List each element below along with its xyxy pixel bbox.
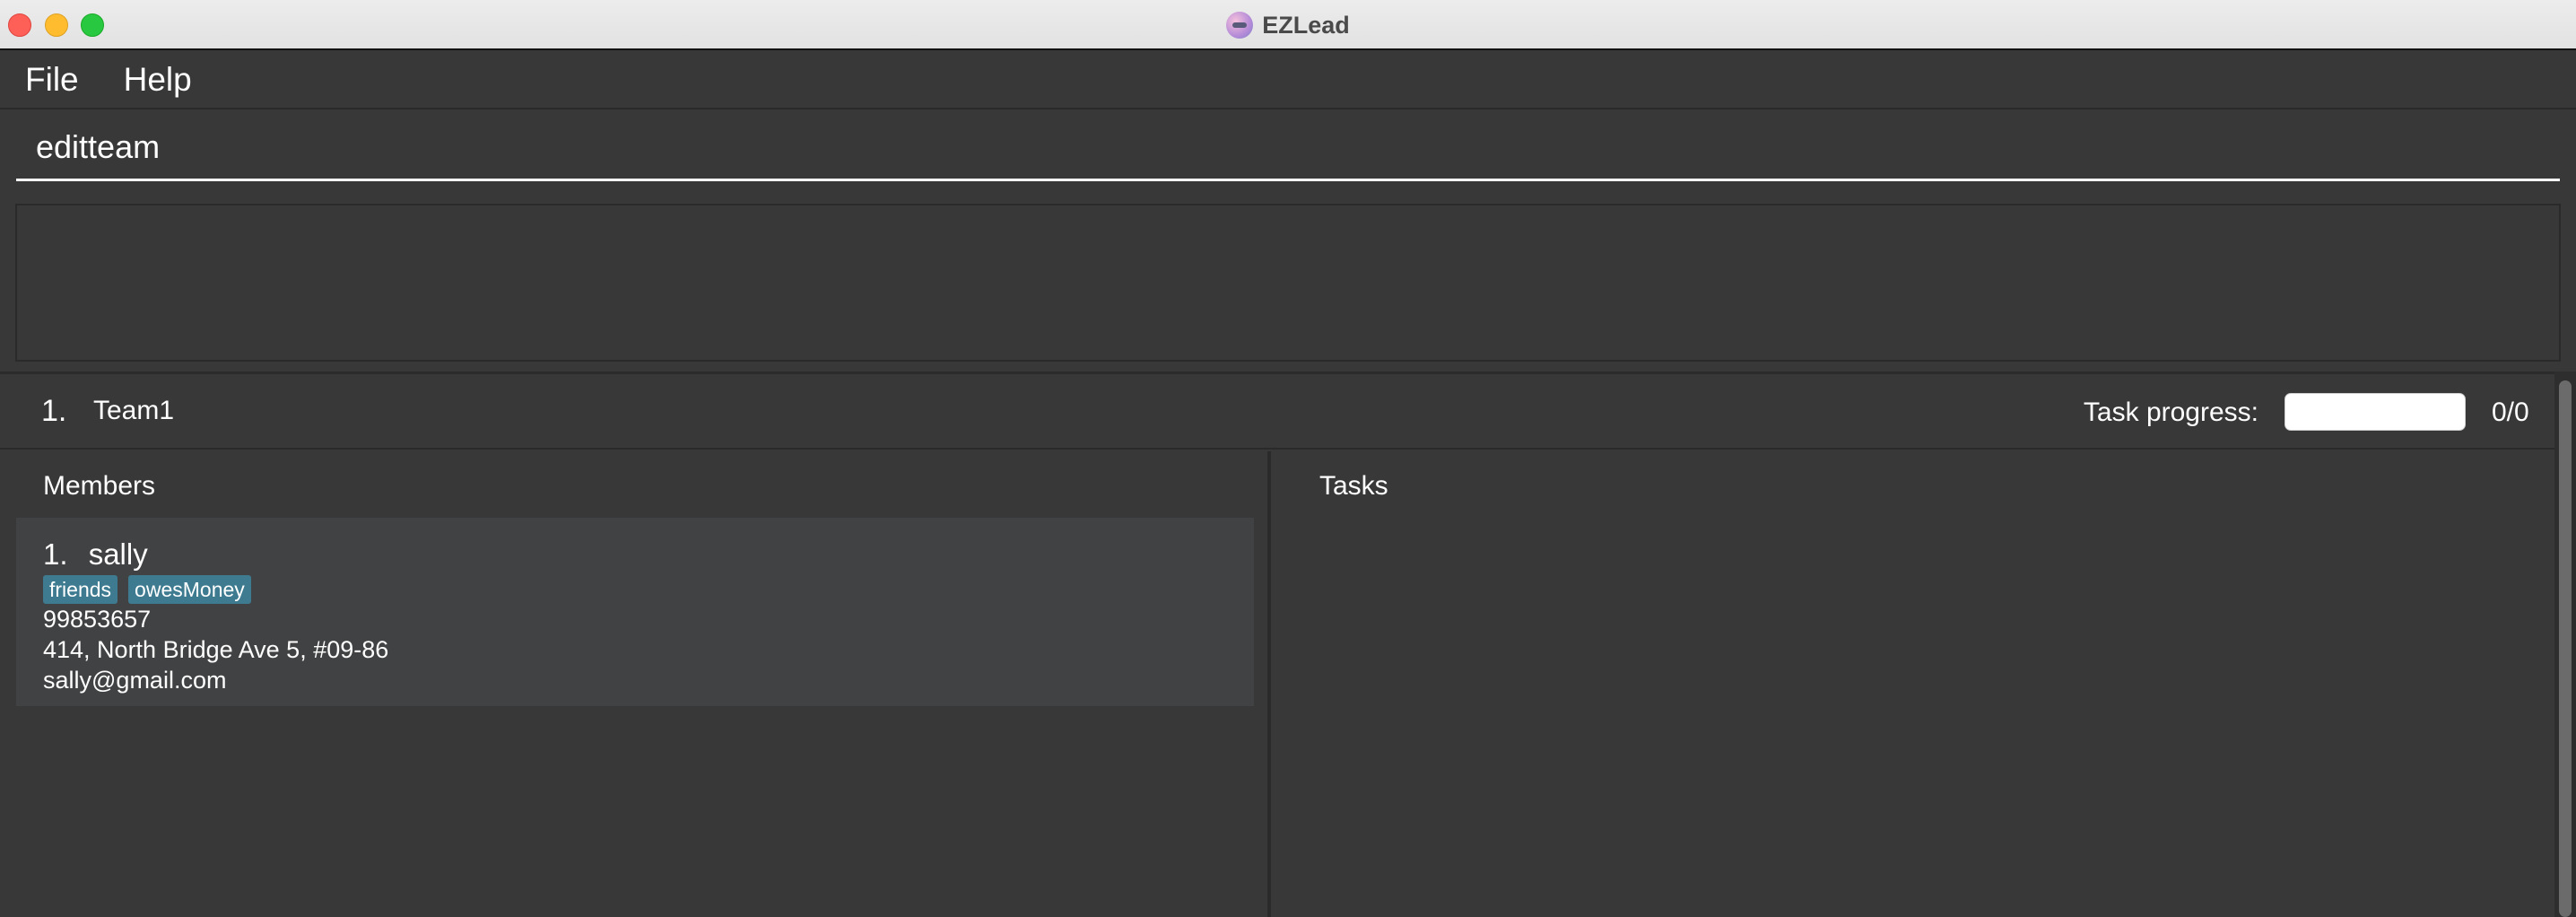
tasks-title: Tasks	[1319, 471, 1388, 501]
team-name: Team1	[93, 396, 175, 425]
result-display[interactable]	[15, 204, 2561, 362]
task-progress-count: 0/0	[2492, 397, 2529, 427]
title-bar: EZLead	[0, 0, 2576, 50]
menu-bar: File Help	[0, 52, 2576, 109]
member-tag: owesMoney	[128, 575, 251, 604]
menu-file[interactable]: File	[0, 61, 91, 99]
team-card: 1. Team1 Task progress: 0/0 Members 1. s…	[0, 371, 2554, 917]
member-email: sally@gmail.com	[43, 667, 227, 694]
team-list-scrollbar[interactable]	[2554, 371, 2576, 917]
team-index: 1.	[41, 393, 67, 428]
member-index: 1.	[43, 537, 68, 571]
tasks-pane: Tasks	[1275, 451, 2554, 917]
command-input-text: editteam	[36, 127, 161, 165]
window-title-group: EZLead	[0, 0, 2576, 50]
task-progress-bar	[2284, 393, 2466, 431]
app-logo-icon	[1226, 12, 1254, 39]
window-title: EZLead	[1262, 11, 1350, 39]
member-phone: 99853657	[43, 606, 152, 633]
member-tag: friends	[43, 575, 118, 604]
menu-help[interactable]: Help	[91, 61, 205, 99]
member-tags: friends owesMoney	[43, 575, 1254, 604]
member-name: sally	[88, 537, 148, 571]
command-input[interactable]: editteam	[16, 115, 2560, 181]
member-address: 414, North Bridge Ave 5, #09-86	[43, 636, 389, 663]
members-pane: Members 1. sally friends owesMoney 99853…	[0, 451, 1271, 917]
task-progress-label: Task progress:	[2083, 397, 2258, 427]
team-header: 1. Team1 Task progress: 0/0	[0, 374, 2554, 450]
members-title: Members	[43, 471, 156, 501]
member-card[interactable]: 1. sally friends owesMoney 99853657 414,…	[16, 518, 1254, 706]
member-name-row: 1. sally	[43, 537, 1254, 572]
scrollbar-thumb[interactable]	[2559, 380, 2572, 917]
